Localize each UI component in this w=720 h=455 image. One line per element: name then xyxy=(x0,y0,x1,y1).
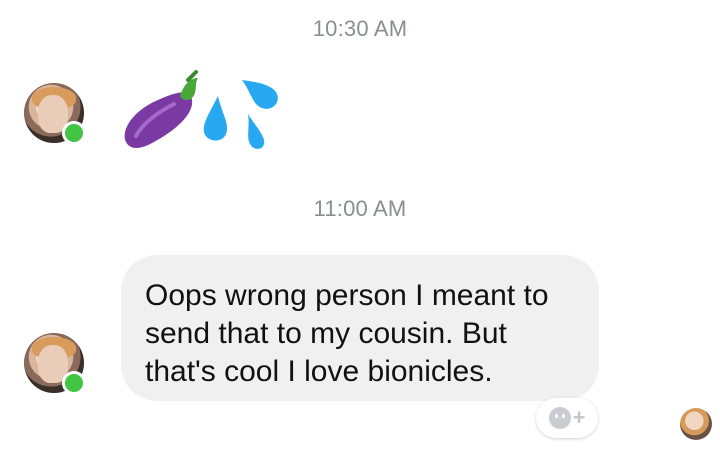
smiley-icon xyxy=(548,407,571,429)
timestamp: 10:30 AM xyxy=(312,16,408,41)
read-receipt-avatar xyxy=(680,408,712,440)
timestamp: 11:00 AM xyxy=(313,196,407,221)
add-reaction-label: + xyxy=(572,405,586,430)
sender-avatar[interactable] xyxy=(24,83,86,145)
emoji-message-graphic xyxy=(124,70,278,149)
online-status-indicator xyxy=(62,121,86,145)
eggplant-icon xyxy=(124,70,198,148)
emoji-message[interactable] xyxy=(118,70,288,160)
message-text: Oops wrong person I meant to send that t… xyxy=(145,279,549,388)
add-reaction-button[interactable]: + xyxy=(536,398,598,438)
online-status-indicator xyxy=(62,371,86,395)
sweat-droplets-icon xyxy=(203,80,278,149)
message-bubble[interactable]: Oops wrong person I meant to send that t… xyxy=(121,255,599,401)
sender-avatar[interactable] xyxy=(24,333,86,395)
